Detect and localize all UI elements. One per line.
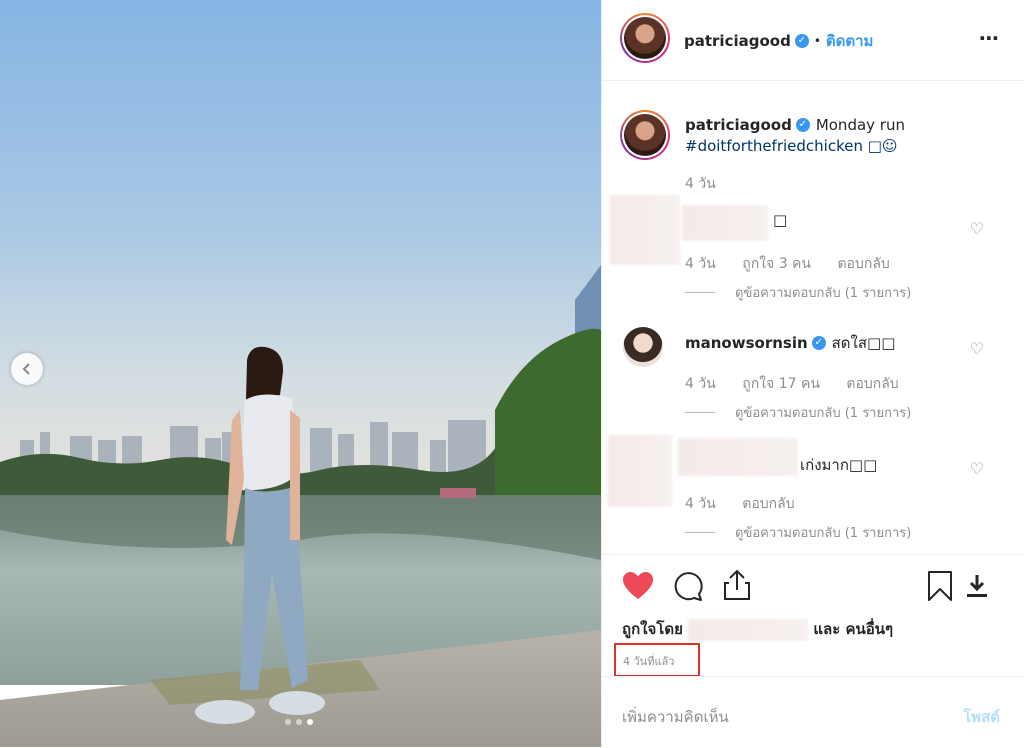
- post-photo[interactable]: [0, 0, 601, 747]
- post-actions: ถูกใจโดย และ คนอื่นๆ 4 วันที่แล้ว: [602, 554, 1024, 677]
- verified-badge-icon: ✓: [795, 118, 810, 132]
- lake-scene-image: [0, 0, 601, 747]
- share-icon[interactable]: [722, 568, 752, 602]
- comment-meta: 4 วัน ตอบกลับ: [685, 493, 817, 515]
- caption-avatar[interactable]: [620, 110, 670, 160]
- carousel-dot: [285, 719, 291, 725]
- comment-username-blurred[interactable]: [678, 438, 798, 476]
- comment-reply-button[interactable]: ตอบกลับ: [846, 376, 898, 392]
- follow-button[interactable]: ติดตาม: [826, 29, 874, 53]
- comment-like-heart-icon[interactable]: ♡: [970, 459, 984, 478]
- post-comment-button[interactable]: โพสต์: [963, 705, 1000, 729]
- verified-badge-icon: ✓: [811, 336, 826, 350]
- liked-by-user-blurred[interactable]: [688, 618, 809, 641]
- comment-username[interactable]: manowsornsin: [685, 334, 808, 352]
- download-icon[interactable]: [966, 573, 988, 599]
- dot-separator: •: [813, 34, 821, 48]
- add-comment-bar: เพิ่มความคิดเห็น โพสต์: [602, 676, 1024, 748]
- comment-icon[interactable]: [672, 570, 704, 602]
- author-username[interactable]: patriciagood: [684, 32, 791, 50]
- comment-like-heart-icon[interactable]: ♡: [970, 219, 984, 238]
- chevron-left-icon: [22, 363, 30, 375]
- liked-by-suffix[interactable]: และ คนอื่นๆ: [813, 620, 893, 638]
- view-replies-label: ดูข้อความตอบกลับ (1 รายการ): [735, 406, 912, 421]
- comment-likes-count[interactable]: ถูกใจ 17 คน: [742, 376, 820, 392]
- comment-text: สดใส□□: [831, 334, 896, 352]
- comment-username-blurred[interactable]: [682, 205, 768, 241]
- view-replies-label: ดูข้อความตอบกลับ (1 รายการ): [735, 526, 912, 541]
- author-avatar[interactable]: [620, 13, 670, 63]
- comment-reply-button[interactable]: ตอบกลับ: [837, 256, 889, 272]
- view-replies-link[interactable]: ดูข้อความตอบกลับ (1 รายการ): [685, 402, 911, 423]
- caption-time: 4 วัน: [685, 176, 716, 192]
- comment-time: 4 วัน: [685, 496, 716, 512]
- caption-hashtag[interactable]: #doitforthefriedchicken □☺: [685, 137, 905, 155]
- comment-meta: 4 วัน ถูกใจ 3 คน ตอบกลับ: [685, 253, 912, 275]
- previous-slide-button[interactable]: [11, 353, 43, 385]
- caption-text: Monday run: [815, 116, 905, 134]
- view-replies-label: ดูข้อความตอบกลับ (1 รายการ): [735, 286, 912, 301]
- comments-list[interactable]: patriciagood ✓ Monday run #doitforthefri…: [602, 80, 1024, 554]
- comment-like-heart-icon[interactable]: ♡: [970, 339, 984, 358]
- like-heart-icon[interactable]: [622, 571, 654, 601]
- timestamp-highlight: 4 วันที่แล้ว: [614, 643, 700, 677]
- save-bookmark-icon[interactable]: [927, 570, 953, 602]
- more-options-icon[interactable]: ⋯: [979, 26, 1000, 50]
- carousel-dot-active: [307, 719, 313, 725]
- comment-reply-button[interactable]: ตอบกลับ: [742, 496, 794, 512]
- carousel-indicator: [285, 719, 313, 725]
- comment-time: 4 วัน: [685, 376, 716, 392]
- view-replies-link[interactable]: ดูข้อความตอบกลับ (1 รายการ): [685, 522, 911, 543]
- liked-by-summary[interactable]: ถูกใจโดย และ คนอื่นๆ: [622, 617, 893, 641]
- comment-avatar-blurred[interactable]: [610, 195, 680, 265]
- caption-username[interactable]: patriciagood: [685, 116, 792, 134]
- comment-likes-count[interactable]: ถูกใจ 3 คน: [742, 256, 811, 272]
- comment-avatar-blurred[interactable]: [608, 435, 672, 507]
- view-replies-link[interactable]: ดูข้อความตอบกลับ (1 รายการ): [685, 282, 911, 303]
- comment-avatar[interactable]: [623, 327, 663, 367]
- liked-by-prefix: ถูกใจโดย: [622, 620, 683, 638]
- verified-badge-icon: ✓: [794, 34, 809, 48]
- post-timestamp[interactable]: 4 วันที่แล้ว: [623, 652, 674, 670]
- carousel-dot: [296, 719, 302, 725]
- comment-text: □: [773, 211, 788, 229]
- post-side-panel: patriciagood ✓ • ติดตาม ⋯ patriciagood ✓…: [601, 0, 1024, 747]
- comment-meta: 4 วัน ถูกใจ 17 คน ตอบกลับ: [685, 373, 921, 395]
- add-comment-input[interactable]: เพิ่มความคิดเห็น: [622, 705, 729, 729]
- comment-text: เก่งมาก□□: [800, 456, 878, 474]
- post-header: patriciagood ✓ • ติดตาม ⋯: [602, 0, 1024, 81]
- comment-time: 4 วัน: [685, 256, 716, 272]
